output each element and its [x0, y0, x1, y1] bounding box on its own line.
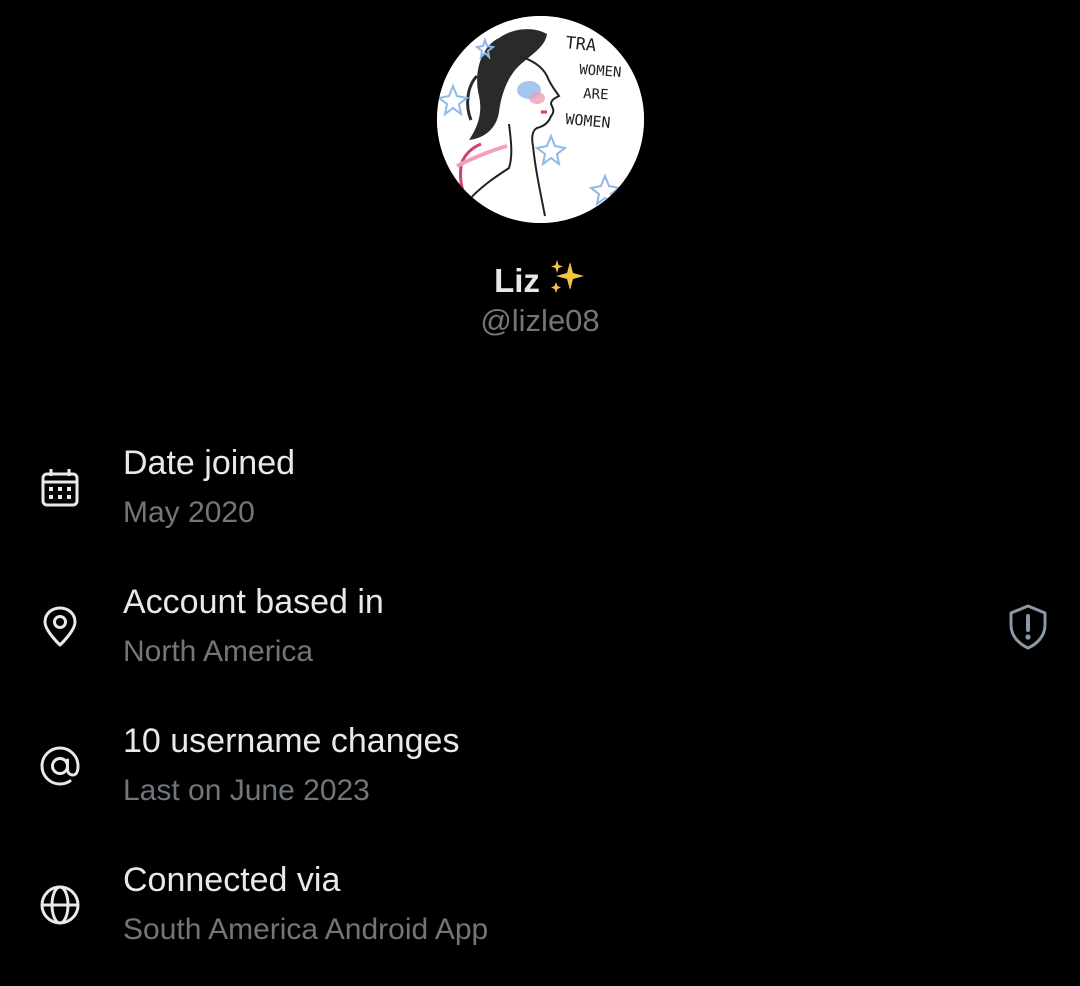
- info-row-title: Connected via: [123, 861, 341, 899]
- info-row-connected-via: Connected via South America Android App: [0, 847, 1080, 986]
- at-sign-icon: [40, 746, 80, 786]
- artwork-text-3: ARE: [583, 86, 609, 103]
- info-row-title: 10 username changes: [123, 722, 460, 760]
- profile-handle: @lizle08: [480, 303, 600, 338]
- display-name-row: Liz: [0, 258, 1080, 303]
- artwork-text-1: TRA: [564, 33, 597, 56]
- info-row-title: Date joined: [123, 444, 296, 482]
- display-name: Liz: [494, 262, 540, 299]
- info-row-value: May 2020: [123, 496, 255, 529]
- info-row-value: South America Android App: [123, 913, 489, 946]
- info-row-value: Last on June 2023: [123, 774, 370, 807]
- sparkles-icon: [550, 260, 584, 293]
- avatar[interactable]: TRA WOMEN ARE WOMEN: [437, 16, 644, 223]
- info-row-account-based-in: Account based in North America: [0, 569, 1080, 708]
- avatar-illustration: TRA WOMEN ARE WOMEN: [437, 16, 644, 223]
- info-row-title: Account based in: [123, 583, 384, 621]
- calendar-icon: [41, 469, 79, 507]
- artwork-text-2: WOMEN: [579, 62, 622, 81]
- info-row-value: North America: [123, 635, 314, 668]
- globe-icon: [40, 885, 80, 925]
- location-pin-icon: [43, 606, 77, 647]
- info-row-date-joined: Date joined May 2020: [0, 430, 1080, 569]
- info-row-username-changes: 10 username changes Last on June 2023: [0, 708, 1080, 847]
- profile-header: TRA WOMEN ARE WOMEN Liz @lizle08: [0, 0, 1080, 360]
- shield-alert-icon[interactable]: [1006, 603, 1050, 651]
- account-info-list: Date joined May 2020 Account based in No…: [0, 430, 1080, 986]
